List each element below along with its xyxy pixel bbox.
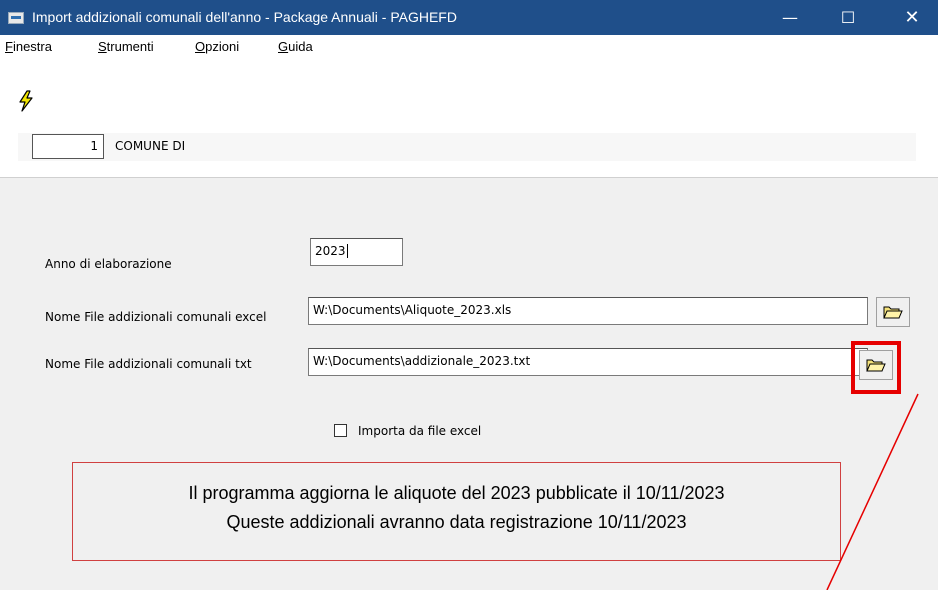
menu-strumenti[interactable]: Strumenti [98, 39, 154, 54]
menu-accel: G [278, 39, 289, 54]
text-cursor [346, 244, 348, 258]
comune-code-field[interactable]: 1 [32, 134, 104, 159]
menu-label: trumenti [106, 39, 154, 54]
menu-label: inestra [12, 39, 52, 54]
window-title: Import addizionali comunali dell'anno - … [32, 9, 457, 25]
menu-accel: O [195, 39, 206, 54]
folder-open-icon [883, 306, 903, 319]
anno-input[interactable]: 2023 [310, 238, 403, 266]
menu-accel: F [5, 39, 13, 54]
minimize-button[interactable]: — [766, 0, 814, 35]
menu-label: uida [288, 39, 313, 54]
menu-opzioni[interactable]: Opzioni [195, 39, 239, 54]
app-icon[interactable] [8, 12, 24, 24]
highlight-box [851, 341, 901, 394]
txt-file-label: Nome File addizionali comunali txt [45, 357, 252, 371]
comune-label: COMUNE DI [115, 139, 186, 153]
excel-file-input[interactable]: W:\Documents\Aliquote_2023.xls [308, 297, 868, 325]
menu-guida[interactable]: Guida [278, 39, 313, 54]
menu-label: pzioni [205, 39, 240, 54]
txt-file-input[interactable]: W:\Documents\addizionale_2023.txt [308, 348, 868, 376]
close-button[interactable]: ✕ [888, 0, 936, 35]
anno-label: Anno di elaborazione [45, 257, 172, 271]
note-line-2: Queste addizionali avranno data registra… [226, 512, 687, 532]
anno-value: 2023 [315, 244, 346, 258]
import-excel-label: Importa da file excel [358, 424, 482, 438]
menu-finestra[interactable]: Finestra [5, 39, 52, 54]
note-line-1: Il programma aggiorna le aliquote del 20… [188, 483, 725, 503]
menu-accel: S [98, 39, 107, 54]
excel-browse-button[interactable] [876, 297, 910, 327]
menu-bar: Finestra Strumenti Opzioni Guida [0, 35, 938, 57]
lightning-icon[interactable] [17, 90, 35, 112]
excel-file-label: Nome File addizionali comunali excel [45, 310, 267, 324]
maximize-button[interactable]: ☐ [824, 0, 872, 35]
import-excel-checkbox[interactable] [334, 424, 347, 437]
title-bar: Import addizionali comunali dell'anno - … [0, 0, 938, 35]
